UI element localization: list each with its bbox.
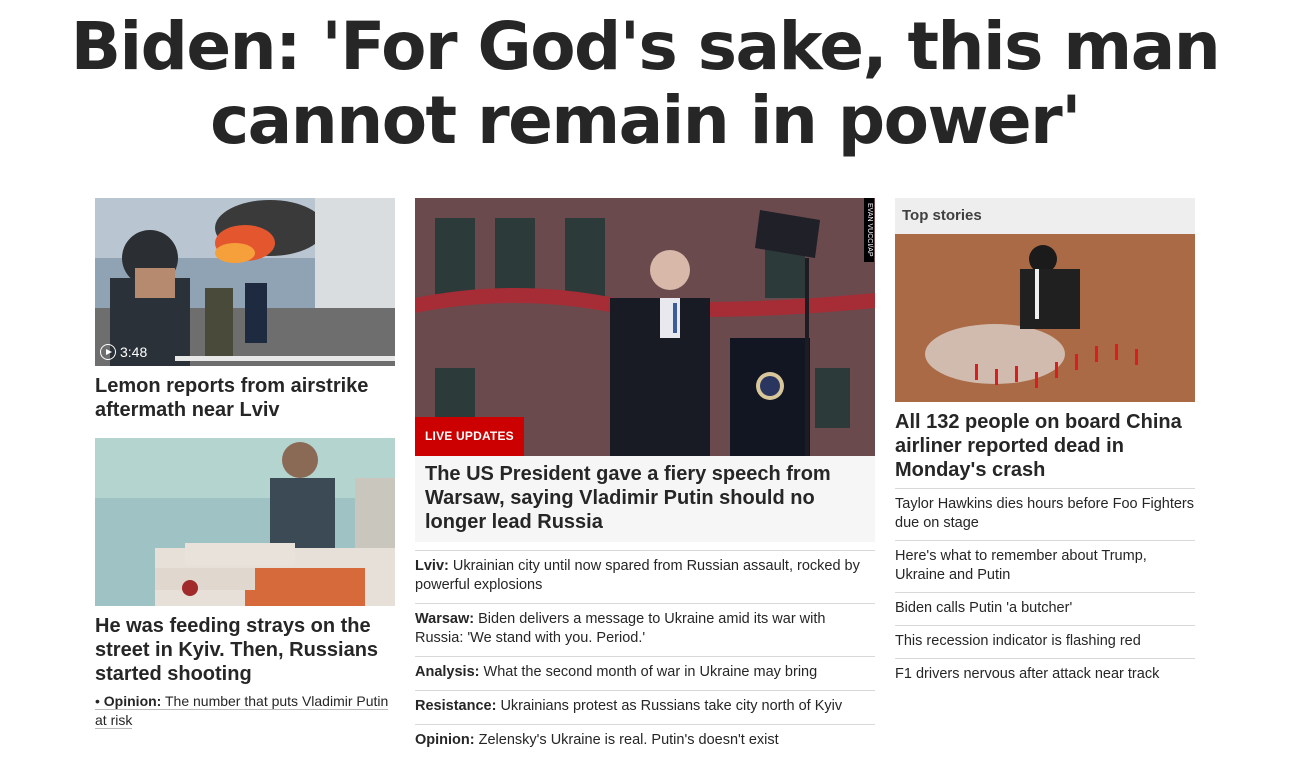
top-story-link[interactable]: Biden calls Putin 'a butcher' [895,592,1195,625]
related-link[interactable]: Lviv: Ukrainian city until now spared fr… [415,550,875,603]
link-text: Ukrainians protest as Russians take city… [500,698,843,714]
link-text: Zelensky's Ukraine is real. Putin's does… [478,732,779,748]
lemon-story-title[interactable]: Lemon reports from airstrike aftermath n… [95,374,395,422]
link-label: Opinion: [415,732,475,748]
top-story-link[interactable]: F1 drivers nervous after attack near tra… [895,658,1195,691]
link-label: Warsaw: [415,611,475,627]
left-column: 3:48 Lemon reports from airstrike afterm… [95,198,395,730]
link-text: What the second month of war in Ukraine … [483,664,818,680]
play-circle-icon [100,344,116,360]
video-duration: 3:48 [120,344,148,360]
main-headline[interactable]: Biden: 'For God's sake, this man cannot … [0,10,1290,158]
related-links-list: Lviv: Ukrainian city until now spared fr… [415,550,875,758]
video-duration-badge: 3:48 [100,344,147,360]
link-label: Lviv: [415,558,449,574]
related-link[interactable]: Opinion: Zelensky's Ukraine is real. Put… [415,724,875,758]
top-story-link[interactable]: Taylor Hawkins dies hours before Foo Fig… [895,488,1195,540]
top-story-link[interactable]: Here's what to remember about Trump, Ukr… [895,540,1195,592]
lemon-video-thumbnail[interactable]: 3:48 [95,198,395,366]
biden-speech-image-link[interactable]: EVAN VUCCI/AP LIVE UPDATES [415,198,875,456]
opinion-link[interactable]: • Opinion: The number that puts Vladimir… [95,692,395,730]
related-link[interactable]: Resistance: Ukrainians protest as Russia… [415,690,875,724]
china-crash-image[interactable] [895,234,1195,402]
airstrike-image [95,198,395,366]
top-story-link[interactable]: This recession indicator is flashing red [895,625,1195,658]
bullet: • [95,693,100,709]
middle-column: EVAN VUCCI/AP LIVE UPDATES The US Presid… [415,198,875,758]
opinion-label: Opinion: [103,693,162,709]
china-crash-title[interactable]: All 132 people on board China airliner r… [895,410,1195,482]
biden-story-title[interactable]: The US President gave a fiery speech fro… [415,456,875,542]
photo-credit: EVAN VUCCI/AP [864,198,874,262]
link-text: Ukrainian city until now spared from Rus… [415,558,860,593]
related-link[interactable]: Analysis: What the second month of war i… [415,656,875,690]
hospital-image [95,438,395,606]
related-link[interactable]: Warsaw: Biden delivers a message to Ukra… [415,603,875,656]
link-text: Biden delivers a message to Ukraine amid… [415,611,826,646]
right-column: Top stories All 132 people on board Chin… [895,198,1195,691]
live-updates-badge[interactable]: LIVE UPDATES [415,417,524,456]
kyiv-story-image[interactable] [95,438,395,606]
link-label: Resistance: [415,698,497,714]
top-stories-label: Top stories [895,198,1195,234]
memorial-image [895,234,1195,402]
link-label: Analysis: [415,664,480,680]
kyiv-story-title[interactable]: He was feeding strays on the street in K… [95,614,395,686]
top-stories-list: Taylor Hawkins dies hours before Foo Fig… [895,488,1195,691]
